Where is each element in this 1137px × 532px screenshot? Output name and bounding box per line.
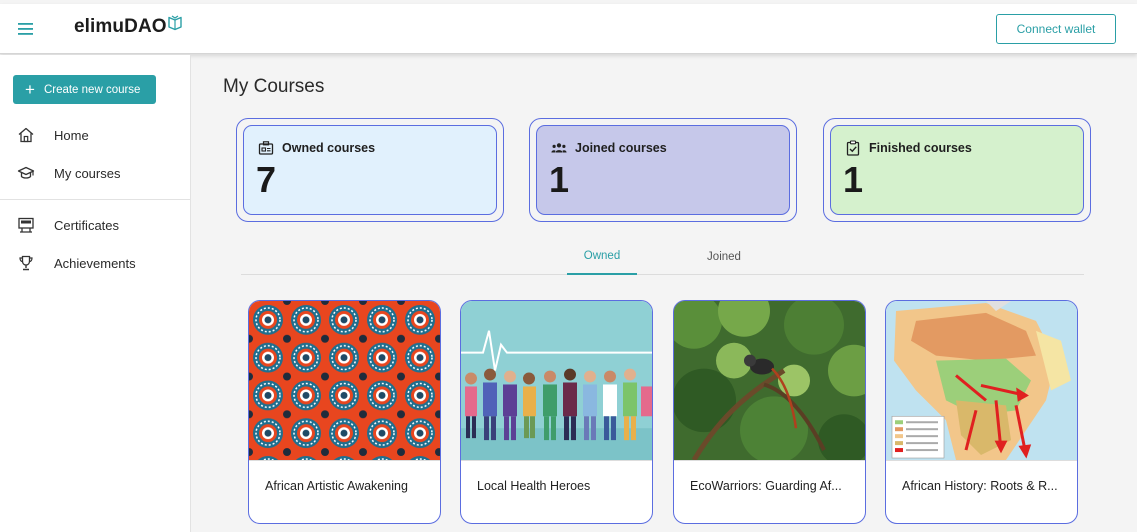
- owned-courses-label: Owned courses: [282, 141, 376, 155]
- course-card[interactable]: EcoWarriors: Guarding Af...: [673, 300, 866, 524]
- hamburger-menu-icon[interactable]: [14, 18, 38, 40]
- finished-courses-stat-inner: Finished courses 1: [830, 125, 1084, 215]
- joined-courses-stat-card[interactable]: Joined courses 1: [529, 118, 797, 222]
- create-new-course-label: Create new course: [43, 83, 141, 96]
- sidebar-item-achievements[interactable]: Achievements: [0, 246, 190, 280]
- joined-courses-count: 1: [549, 159, 570, 200]
- graduation-cap-icon: [17, 166, 35, 179]
- course-tabs: Owned Joined: [241, 238, 1084, 275]
- tab-owned[interactable]: Owned: [567, 238, 637, 275]
- page-title: My Courses: [223, 76, 325, 97]
- create-new-course-button[interactable]: + Create new course: [13, 75, 156, 104]
- trophy-icon: [19, 255, 33, 271]
- joined-courses-label: Joined courses: [575, 141, 667, 155]
- course-title: African History: Roots & R...: [902, 479, 1058, 493]
- sidebar-item-label: Achievements: [54, 255, 136, 271]
- finished-courses-label: Finished courses: [869, 141, 972, 155]
- owned-courses-stat-card[interactable]: Owned courses 7: [236, 118, 504, 222]
- top-app-bar: elimuDAO Connect wallet: [0, 4, 1137, 54]
- sidebar-item-label: Home: [54, 127, 89, 143]
- sidebar: + Create new course Home My courses Cert…: [0, 55, 191, 532]
- course-title: Local Health Heroes: [477, 479, 591, 493]
- finished-courses-count: 1: [843, 159, 864, 200]
- group-icon: [551, 143, 567, 153]
- brand-name[interactable]: elimuDAO: [74, 16, 167, 38]
- sidebar-item-certificates[interactable]: Certificates: [0, 208, 190, 242]
- open-book-logo-icon: [168, 15, 182, 31]
- sidebar-item-label: Certificates: [54, 217, 120, 233]
- african-pattern-image: [249, 301, 440, 461]
- monkey-in-tree-image: [674, 301, 865, 461]
- plus-icon: +: [25, 80, 35, 99]
- certificate-icon: [18, 217, 34, 233]
- sidebar-divider: [0, 199, 190, 200]
- owned-courses-stat-inner: Owned courses 7: [243, 125, 497, 215]
- sidebar-item-home[interactable]: Home: [0, 118, 190, 152]
- home-icon: [18, 127, 34, 143]
- tab-joined[interactable]: Joined: [689, 238, 759, 275]
- badge-icon: [258, 141, 274, 155]
- africa-history-map-image: [886, 301, 1077, 461]
- owned-courses-count: 7: [256, 159, 277, 200]
- sidebar-item-label: My courses: [54, 165, 121, 181]
- connect-wallet-button[interactable]: Connect wallet: [996, 14, 1116, 44]
- course-card[interactable]: Local Health Heroes: [460, 300, 653, 524]
- course-title: EcoWarriors: Guarding Af...: [690, 479, 842, 493]
- course-card[interactable]: African Artistic Awakening: [248, 300, 441, 524]
- health-workers-image: [461, 301, 652, 461]
- finished-courses-stat-card[interactable]: Finished courses 1: [823, 118, 1091, 222]
- joined-courses-stat-inner: Joined courses 1: [536, 125, 790, 215]
- course-card[interactable]: African History: Roots & R...: [885, 300, 1078, 524]
- sidebar-item-my-courses[interactable]: My courses: [0, 156, 190, 190]
- course-title: African Artistic Awakening: [265, 479, 408, 493]
- clipboard-check-icon: [846, 140, 860, 156]
